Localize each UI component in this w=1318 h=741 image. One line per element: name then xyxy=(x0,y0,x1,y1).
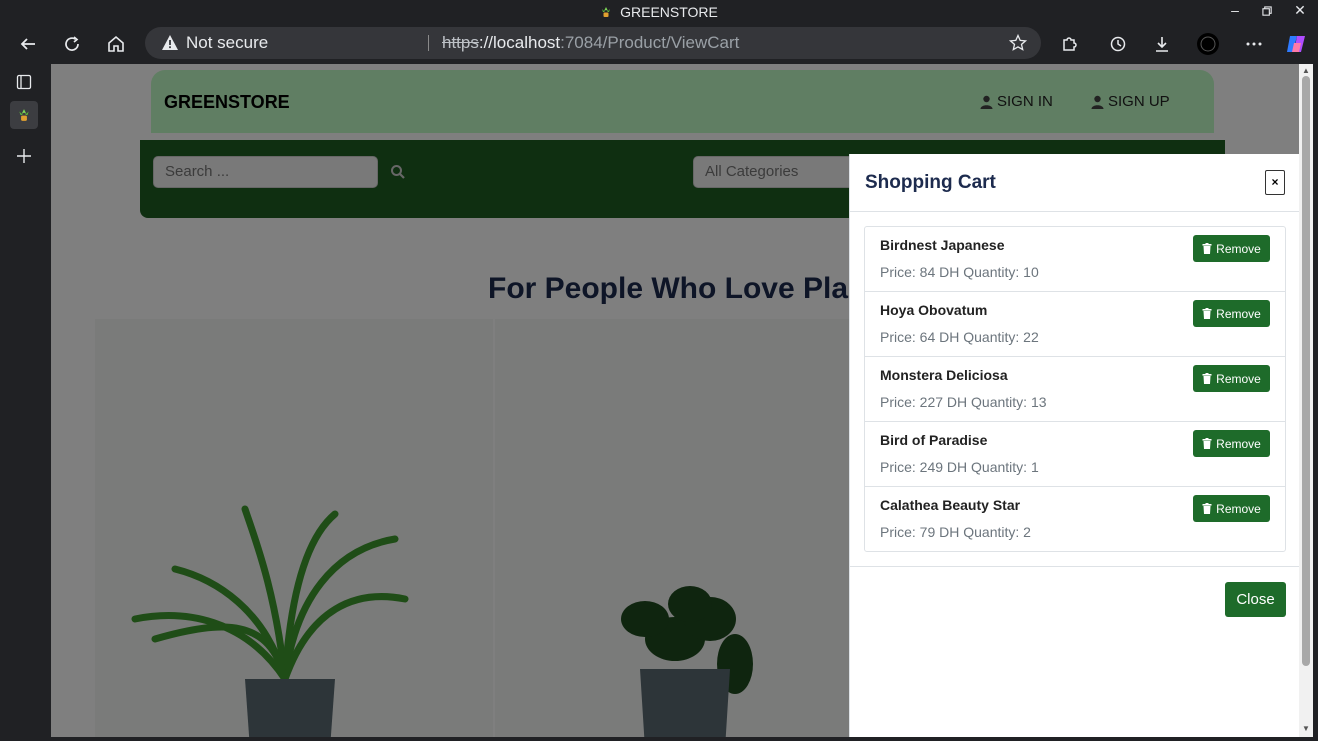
security-label[interactable]: Not secure xyxy=(186,33,268,53)
plus-icon xyxy=(17,149,31,163)
tab-greenstore[interactable] xyxy=(10,101,38,129)
more-button[interactable] xyxy=(1239,30,1269,58)
modal-footer xyxy=(850,566,1299,567)
shopping-cart-modal: Shopping Cart × Birdnest Japanese Price: … xyxy=(849,154,1299,737)
cart-item-name: Monstera Deliciosa xyxy=(880,367,1008,383)
restore-button[interactable] xyxy=(1256,2,1278,22)
tab-actions-button[interactable] xyxy=(10,68,38,96)
back-arrow-icon xyxy=(20,38,35,50)
tab-actions-icon xyxy=(16,74,32,90)
scrollbar-thumb[interactable] xyxy=(1302,76,1310,666)
remove-button[interactable]: Remove xyxy=(1193,300,1270,327)
cart-item-name: Birdnest Japanese xyxy=(880,237,1005,253)
url-text[interactable]: https://localhost:7084/Product/ViewCart xyxy=(442,33,739,53)
copilot-button[interactable] xyxy=(1281,30,1311,58)
url-path: :7084/Product/ViewCart xyxy=(560,33,740,52)
history-button[interactable] xyxy=(1103,30,1133,58)
remove-label: Remove xyxy=(1216,436,1261,451)
close-button[interactable]: Close xyxy=(1225,582,1286,617)
remove-button[interactable]: Remove xyxy=(1193,495,1270,522)
trash-icon xyxy=(1202,243,1212,254)
remove-label: Remove xyxy=(1216,306,1261,321)
window-titlebar: GREENSTORE – ✕ xyxy=(0,0,1318,24)
window-title: GREENSTORE xyxy=(620,4,718,20)
cart-item-name: Bird of Paradise xyxy=(880,432,988,448)
reload-button[interactable] xyxy=(57,30,87,58)
profile-button[interactable] xyxy=(1193,30,1223,58)
cart-item-price-quantity: Price: 79 DH Quantity: 2 xyxy=(880,524,1031,540)
puzzle-icon xyxy=(1063,37,1077,51)
plant-icon xyxy=(19,109,29,121)
trash-icon xyxy=(1202,503,1212,514)
page-scrollbar[interactable]: ▲ ▼ xyxy=(1299,64,1313,737)
cart-item-price-quantity: Price: 249 DH Quantity: 1 xyxy=(880,459,1039,475)
address-bar[interactable]: Not secure https://localhost:7084/Produc… xyxy=(145,27,1041,59)
url-scheme: https xyxy=(442,33,479,52)
cart-item-name: Calathea Beauty Star xyxy=(880,497,1021,513)
modal-header: Shopping Cart × xyxy=(850,154,1299,212)
plant-icon xyxy=(602,7,611,17)
scroll-down-arrow[interactable]: ▼ xyxy=(1302,724,1310,733)
download-icon xyxy=(1156,37,1168,52)
trash-icon xyxy=(1202,373,1212,384)
trash-icon xyxy=(1202,438,1212,449)
browser-toolbar: Not secure https://localhost:7084/Produc… xyxy=(0,24,1318,64)
more-icon xyxy=(1246,42,1262,46)
reload-icon xyxy=(65,36,79,51)
remove-button[interactable]: Remove xyxy=(1193,430,1270,457)
remove-button[interactable]: Remove xyxy=(1193,365,1270,392)
history-icon xyxy=(1110,36,1126,52)
cart-item-price-quantity: Price: 227 DH Quantity: 13 xyxy=(880,394,1047,410)
cart-item: Monstera Deliciosa Price: 227 DH Quantity… xyxy=(865,357,1285,422)
sidebar xyxy=(0,64,50,741)
warning-icon xyxy=(162,35,178,50)
url-host: ://localhost xyxy=(478,33,561,52)
remove-label: Remove xyxy=(1216,371,1261,386)
remove-label: Remove xyxy=(1216,241,1261,256)
cart-item: Hoya Obovatum Price: 64 DH Quantity: 22 Re… xyxy=(865,292,1285,357)
minimize-button[interactable]: – xyxy=(1224,2,1246,22)
new-tab-button[interactable] xyxy=(10,142,38,170)
avatar xyxy=(1197,33,1219,55)
cart-item: Bird of Paradise Price: 249 DH Quantity: … xyxy=(865,422,1285,487)
home-icon xyxy=(108,35,124,52)
cart-item: Birdnest Japanese Price: 84 DH Quantity: … xyxy=(865,227,1285,292)
cart-list: Birdnest Japanese Price: 84 DH Quantity: … xyxy=(864,226,1286,552)
home-button[interactable] xyxy=(101,30,131,58)
remove-label: Remove xyxy=(1216,501,1261,516)
star-icon[interactable] xyxy=(1009,34,1027,52)
modal-close-icon-button[interactable]: × xyxy=(1265,170,1285,195)
modal-title: Shopping Cart xyxy=(865,172,996,193)
trash-icon xyxy=(1202,308,1212,319)
copilot-icon xyxy=(1287,36,1305,52)
close-window-button[interactable]: ✕ xyxy=(1289,2,1311,22)
restore-icon xyxy=(1261,6,1272,16)
page-viewport: GREENSTORE SIGN IN SIGN UP Search ... Al… xyxy=(51,64,1299,737)
cart-item-price-quantity: Price: 84 DH Quantity: 10 xyxy=(880,264,1039,280)
extensions-button[interactable] xyxy=(1055,30,1085,58)
back-button[interactable] xyxy=(13,30,43,58)
cart-item-price-quantity: Price: 64 DH Quantity: 22 xyxy=(880,329,1039,345)
cart-item-name: Hoya Obovatum xyxy=(880,302,988,318)
cart-item: Calathea Beauty Star Price: 79 DH Quantit… xyxy=(865,487,1285,551)
scroll-up-arrow[interactable]: ▲ xyxy=(1302,66,1310,75)
remove-button[interactable]: Remove xyxy=(1193,235,1270,262)
downloads-button[interactable] xyxy=(1147,30,1177,58)
